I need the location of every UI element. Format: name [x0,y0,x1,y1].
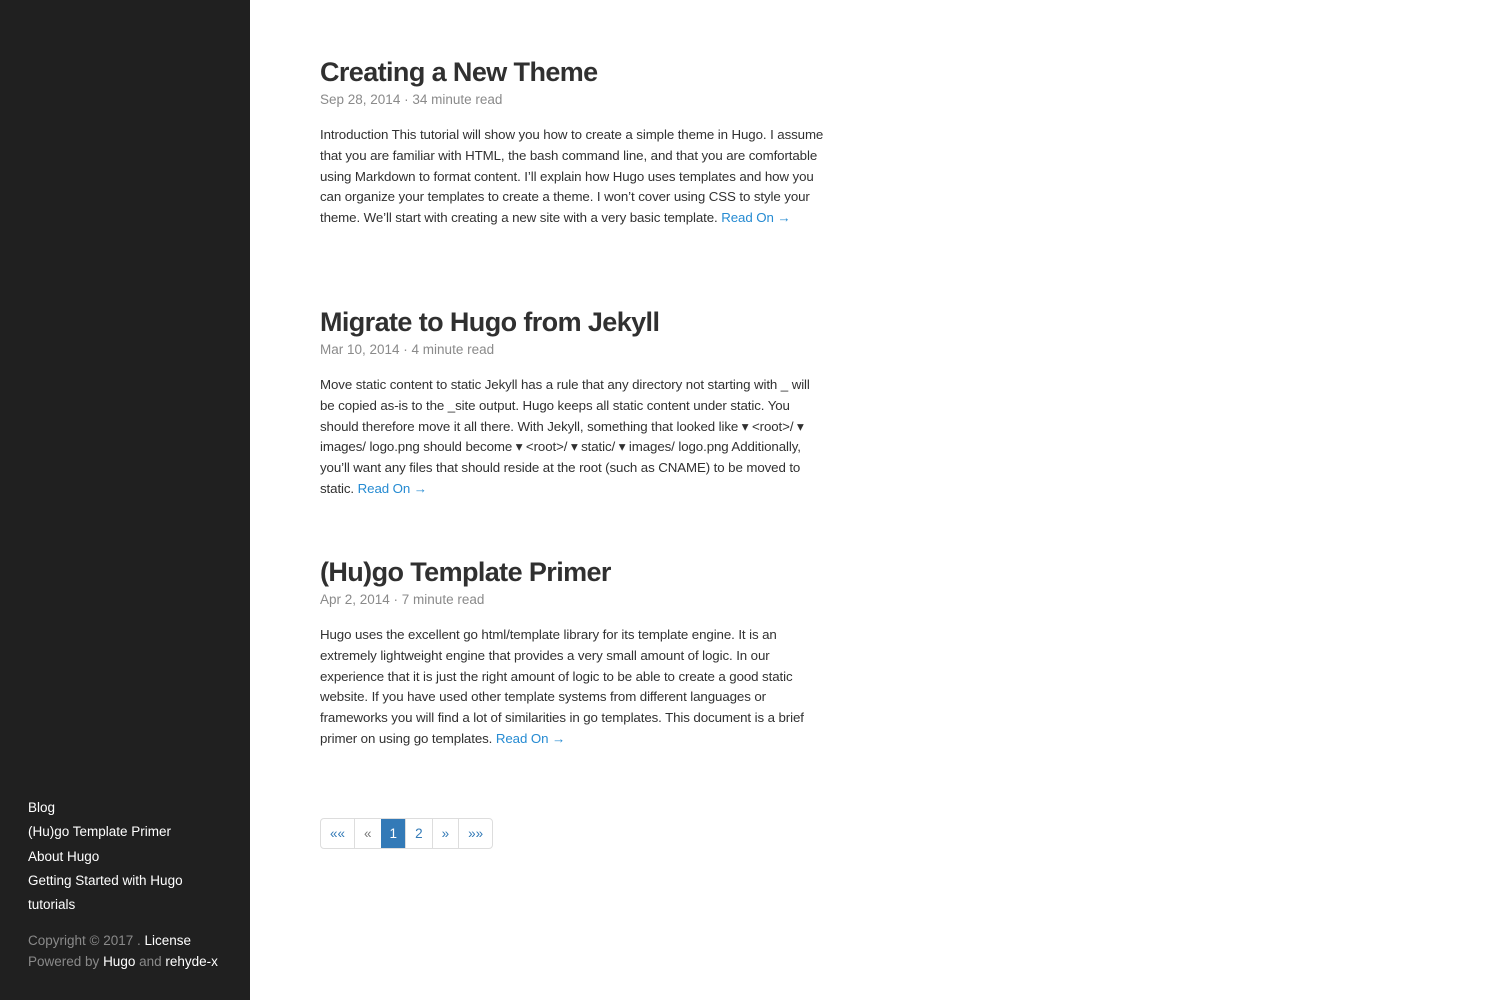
sidebar-footer: Copyright © 2017 . License Powered by Hu… [28,930,218,972]
post-summary: Hugo uses the excellent go html/template… [320,625,825,750]
post-meta: Sep 28, 2014 · 34 minute read [320,92,503,107]
first-page-button[interactable]: «« [321,819,354,848]
and-text: and [139,954,162,969]
summary-text: Move static content to static Jekyll has… [320,377,810,496]
last-page-button[interactable]: »» [458,819,492,848]
theme-link[interactable]: rehyde-x [165,954,218,969]
license-link[interactable]: License [145,933,192,948]
powered-by: Powered by [28,954,100,969]
pagination: «« « 1 2 » »» [320,818,494,849]
read-on-link[interactable]: Read On → [496,731,565,746]
nav-blog[interactable]: Blog [28,796,183,820]
nav-about-hugo[interactable]: About Hugo [28,845,183,869]
page-1-button[interactable]: 1 [380,819,406,848]
post: Migrate to Hugo from Jekyll Mar 10, 2014… [320,306,825,500]
post: (Hu)go Template Primer Apr 2, 2014 · 7 m… [320,556,825,750]
next-page-button[interactable]: » [431,819,459,848]
read-on-link[interactable]: Read On → [358,481,427,496]
page-2-button[interactable]: 2 [405,819,432,848]
sidebar-nav: Blog (Hu)go Template Primer About Hugo G… [28,796,183,917]
post: Creating a New Theme Sep 28, 2014 · 34 m… [320,56,825,229]
post-summary: Move static content to static Jekyll has… [320,375,825,500]
nav-hugo-template-primer[interactable]: (Hu)go Template Primer [28,820,183,844]
post-title[interactable]: (Hu)go Template Primer [320,556,825,588]
hugo-link[interactable]: Hugo [103,954,135,969]
post-title[interactable]: Migrate to Hugo from Jekyll [320,306,825,338]
prev-page-button[interactable]: « [354,819,381,848]
read-on-link[interactable]: Read On → [721,210,790,225]
post-summary: Introduction This tutorial will show you… [320,125,825,229]
nav-tutorials[interactable]: tutorials [28,893,183,917]
nav-getting-started[interactable]: Getting Started with Hugo [28,869,183,893]
post-meta: Apr 2, 2014 · 7 minute read [320,592,485,607]
post-meta: Mar 10, 2014 · 4 minute read [320,342,495,357]
summary-text: Hugo uses the excellent go html/template… [320,627,804,746]
copyright: Copyright © 2017 . [28,933,141,948]
post-title[interactable]: Creating a New Theme [320,56,825,88]
sidebar: Blog (Hu)go Template Primer About Hugo G… [0,0,250,1000]
